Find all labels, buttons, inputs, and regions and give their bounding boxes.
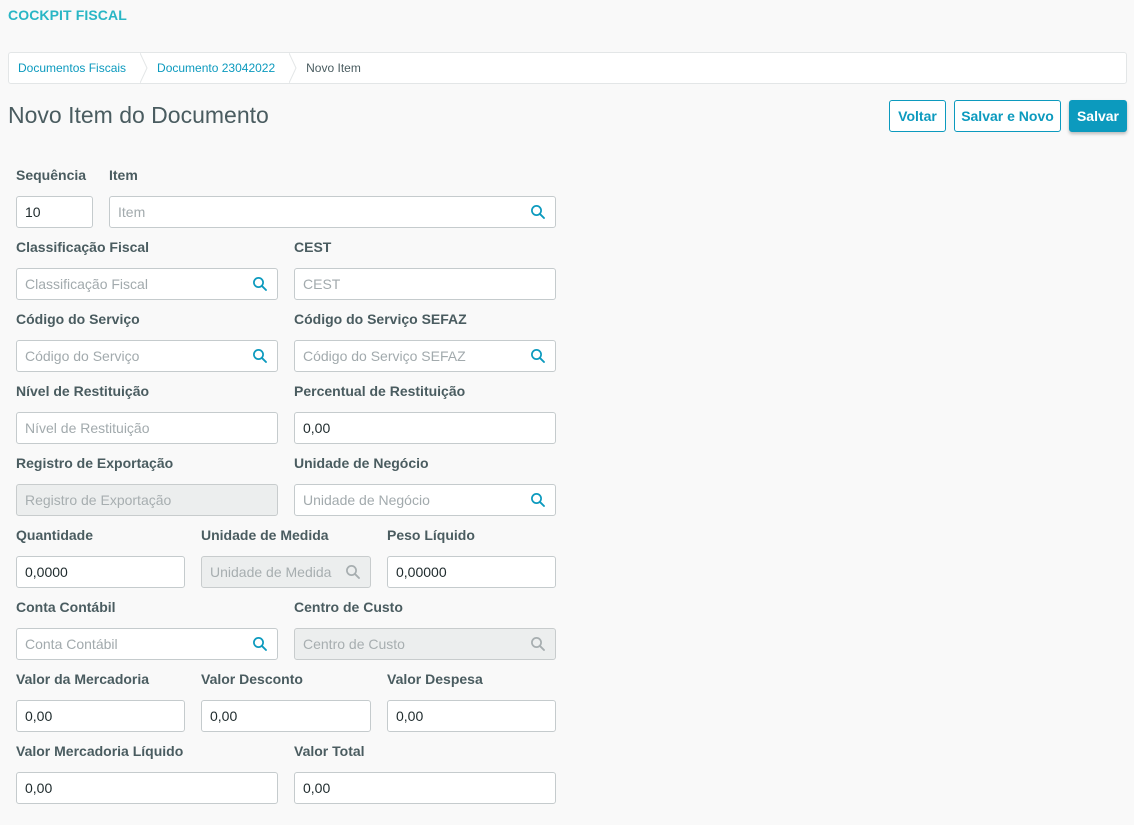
sequencia-input[interactable] [17, 197, 92, 227]
label-percentual-restituicao: Percentual de Restituição [294, 383, 466, 399]
voltar-button[interactable]: Voltar [889, 100, 946, 132]
valor-mercadoria-field [16, 700, 185, 732]
codigo-servico-sefaz-field [294, 340, 556, 372]
label-conta-contabil: Conta Contábil [16, 599, 116, 615]
label-valor-total: Valor Total [294, 743, 365, 759]
cest-input[interactable] [295, 269, 555, 299]
label-cest: CEST [294, 239, 332, 255]
cest-field [294, 268, 556, 300]
label-codigo-servico-sefaz: Código do Serviço SEFAZ [294, 311, 467, 327]
valor-mercadoria-input[interactable] [17, 701, 184, 731]
search-icon[interactable] [252, 636, 268, 652]
label-codigo-servico: Código do Serviço [16, 311, 140, 327]
registro-exportacao-input [17, 485, 277, 515]
breadcrumb-novo-item: Novo Item [306, 61, 361, 75]
label-unidade-medida: Unidade de Medida [201, 527, 329, 543]
breadcrumb: Documentos Fiscais Documento 23042022 No… [8, 52, 1127, 84]
item-field [109, 196, 556, 228]
label-centro-custo: Centro de Custo [294, 599, 403, 615]
label-quantidade: Quantidade [16, 527, 94, 543]
valor-despesa-field [387, 700, 556, 732]
search-icon[interactable] [252, 276, 268, 292]
salvar-button[interactable]: Salvar [1069, 100, 1127, 132]
search-icon [531, 637, 545, 651]
conta-contabil-input[interactable] [17, 629, 277, 659]
nivel-restituicao-field [16, 412, 278, 444]
label-sequencia: Sequência [16, 167, 87, 183]
label-unidade-negocio: Unidade de Negócio [294, 455, 429, 471]
search-icon[interactable] [530, 492, 546, 508]
codigo-servico-sefaz-input[interactable] [295, 341, 555, 371]
peso-liquido-input[interactable] [388, 557, 555, 587]
conta-contabil-field [16, 628, 278, 660]
peso-liquido-field [387, 556, 556, 588]
breadcrumb-separator-icon [289, 53, 297, 83]
breadcrumb-documentos-fiscais[interactable]: Documentos Fiscais [9, 53, 140, 83]
valor-total-field [294, 772, 556, 804]
label-item: Item [109, 167, 138, 183]
centro-custo-input [295, 629, 555, 659]
classificacao-fiscal-field [16, 268, 278, 300]
codigo-servico-input[interactable] [17, 341, 277, 371]
valor-mercadoria-liquido-field [16, 772, 278, 804]
sequencia-field [16, 196, 93, 228]
label-valor-mercadoria-liquido: Valor Mercadoria Líquido [16, 743, 184, 759]
label-valor-despesa: Valor Despesa [387, 671, 483, 687]
valor-despesa-input[interactable] [388, 701, 555, 731]
quantidade-input[interactable] [17, 557, 184, 587]
percentual-restituicao-input[interactable] [295, 413, 555, 443]
unidade-medida-field [201, 556, 371, 588]
valor-desconto-input[interactable] [202, 701, 370, 731]
search-icon[interactable] [252, 348, 268, 364]
page-title: Novo Item do Documento [8, 102, 269, 128]
breadcrumb-documento[interactable]: Documento 23042022 [148, 53, 289, 83]
centro-custo-field [294, 628, 556, 660]
label-registro-exportacao: Registro de Exportação [16, 455, 174, 471]
percentual-restituicao-field [294, 412, 556, 444]
search-icon[interactable] [530, 348, 546, 364]
nivel-restituicao-input[interactable] [17, 413, 277, 443]
codigo-servico-field [16, 340, 278, 372]
label-valor-desconto: Valor Desconto [201, 671, 303, 687]
search-icon[interactable] [530, 204, 546, 220]
unidade-negocio-input[interactable] [295, 485, 555, 515]
item-input[interactable] [110, 197, 555, 227]
label-valor-mercadoria: Valor da Mercadoria [16, 671, 150, 687]
search-icon [346, 565, 360, 579]
quantidade-field [16, 556, 185, 588]
label-peso-liquido: Peso Líquido [387, 527, 475, 543]
breadcrumb-separator-icon [140, 53, 148, 83]
valor-total-input[interactable] [295, 773, 555, 803]
app-title: COCKPIT FISCAL [8, 7, 127, 23]
label-nivel-restituicao: Nível de Restituição [16, 383, 150, 399]
registro-exportacao-field [16, 484, 278, 516]
valor-desconto-field [201, 700, 371, 732]
label-classificacao-fiscal: Classificação Fiscal [16, 239, 150, 255]
unidade-negocio-field [294, 484, 556, 516]
classificacao-fiscal-input[interactable] [17, 269, 277, 299]
valor-mercadoria-liquido-input[interactable] [17, 773, 277, 803]
salvar-e-novo-button[interactable]: Salvar e Novo [954, 100, 1061, 132]
